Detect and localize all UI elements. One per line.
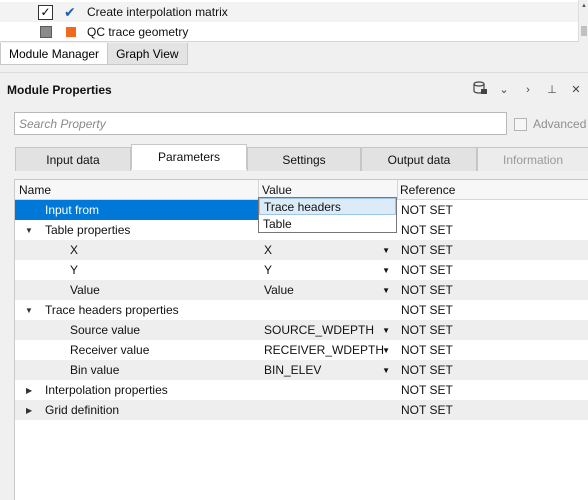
module-list: ✓ ✔ Create interpolation matrix QC trace…	[0, 0, 588, 42]
scroll-up-icon[interactable]: ▲	[581, 3, 587, 9]
row-reference: NOT SET	[401, 323, 453, 337]
tab-information: Information	[477, 147, 588, 171]
option-trace-headers[interactable]: Trace headers	[259, 198, 396, 215]
row-value-select[interactable]: SOURCE_WDEPTH ▼	[259, 320, 397, 340]
row-name: Y	[70, 263, 79, 277]
tab-output-data[interactable]: Output data	[361, 147, 477, 171]
header-reference[interactable]: Reference	[400, 183, 455, 197]
grid-row-y[interactable]: Y Y ▼ NOT SET	[15, 260, 588, 280]
input-from-dropdown-list: Trace headers Table	[258, 197, 397, 233]
expand-arrow-icon[interactable]: ▶	[26, 406, 32, 415]
panel-header-icons: ⌄ › ⊥ ✕	[468, 81, 588, 98]
row-name: Receiver value	[70, 343, 150, 357]
panel-title: Module Properties	[7, 83, 112, 97]
row-reference: NOT SET	[401, 263, 453, 277]
collapse-arrow-icon[interactable]: ▼	[25, 306, 33, 315]
row-name: Interpolation properties	[45, 383, 168, 397]
checkmark-icon: ✔	[64, 4, 76, 20]
dropdown-arrow-icon[interactable]: ▼	[382, 246, 390, 255]
close-icon[interactable]: ✕	[564, 83, 588, 96]
row-reference: NOT SET	[401, 303, 453, 317]
tab-input-data[interactable]: Input data	[15, 147, 131, 171]
row-name: Trace headers properties	[45, 303, 179, 317]
scrollbar-thumb[interactable]	[581, 26, 587, 36]
advanced-toggle[interactable]: Advanced	[514, 117, 586, 131]
row-value-select[interactable]: Value ▼	[259, 280, 397, 300]
row-reference: NOT SET	[401, 283, 453, 297]
tab-graph-view[interactable]: Graph View	[108, 43, 188, 65]
tab-parameters[interactable]: Parameters	[131, 144, 247, 170]
row-value-select[interactable]: RECEIVER_WDEPTH ▼	[259, 340, 397, 360]
row-name: Input from	[45, 203, 100, 217]
row-reference: NOT SET	[401, 243, 453, 257]
pin-icon[interactable]: ⊥	[540, 83, 564, 96]
row-reference: NOT SET	[401, 383, 453, 397]
row-reference: NOT SET	[401, 363, 453, 377]
database-lock-icon[interactable]	[468, 81, 492, 98]
grid-row-x[interactable]: X X ▼ NOT SET	[15, 240, 588, 260]
orange-square-icon	[66, 27, 76, 37]
tab-module-manager[interactable]: Module Manager	[0, 43, 109, 65]
module-label: Create interpolation matrix	[87, 5, 228, 19]
grid-row-receiver-value[interactable]: Receiver value RECEIVER_WDEPTH ▼ NOT SET	[15, 340, 588, 360]
row-name: Value	[70, 283, 100, 297]
option-table[interactable]: Table	[259, 215, 396, 232]
collapse-arrow-icon[interactable]: ▼	[25, 226, 33, 235]
module-properties-panel: Module Properties ⌄ › ⊥ ✕ Search Propert…	[0, 72, 588, 500]
row-reference: NOT SET	[401, 343, 453, 357]
dropdown-arrow-icon[interactable]: ▼	[382, 326, 390, 335]
header-value[interactable]: Value	[262, 183, 292, 197]
row-name: Bin value	[70, 363, 120, 377]
row-name: X	[70, 243, 79, 257]
dropdown-arrow-icon[interactable]: ▼	[382, 366, 390, 375]
row-reference: NOT SET	[401, 223, 453, 237]
tab-settings[interactable]: Settings	[247, 147, 361, 171]
row-reference: NOT SET	[401, 403, 453, 417]
view-tabs: Module Manager Graph View	[0, 43, 188, 65]
module-enabled-checkbox[interactable]: ✓	[38, 4, 53, 20]
advanced-checkbox[interactable]	[514, 117, 527, 131]
chevron-right-icon[interactable]: ›	[516, 84, 540, 96]
module-disabled-checkbox[interactable]	[40, 26, 52, 38]
dropdown-arrow-icon[interactable]: ▼	[382, 286, 390, 295]
row-value-select[interactable]: Y ▼	[259, 260, 397, 280]
row-value-select[interactable]: BIN_ELEV ▼	[259, 360, 397, 380]
module-label: QC trace geometry	[87, 25, 189, 39]
row-value-select[interactable]: X ▼	[259, 240, 397, 260]
dropdown-arrow-icon[interactable]: ▼	[382, 266, 390, 275]
module-list-scrollbar[interactable]: ▲	[578, 0, 588, 42]
module-row-qc-trace-geometry[interactable]: QC trace geometry	[0, 22, 588, 42]
grid-row-value[interactable]: Value Value ▼ NOT SET	[15, 280, 588, 300]
grid-row-interpolation-properties[interactable]: ▶ Interpolation properties NOT SET	[15, 380, 588, 400]
search-property-input[interactable]: Search Property	[14, 112, 507, 135]
grid-row-trace-headers-properties[interactable]: ▼ Trace headers properties NOT SET	[15, 300, 588, 320]
row-name: Source value	[70, 323, 141, 337]
module-row-create-interpolation-matrix[interactable]: ✓ ✔ Create interpolation matrix	[0, 2, 588, 22]
advanced-label: Advanced	[533, 117, 587, 131]
chevron-down-icon[interactable]: ⌄	[492, 83, 516, 96]
grid-row-grid-definition[interactable]: ▶ Grid definition NOT SET	[15, 400, 588, 420]
grid-row-bin-value[interactable]: Bin value BIN_ELEV ▼ NOT SET	[15, 360, 588, 380]
row-reference: NOT SET	[401, 203, 453, 217]
property-tabs: Input data Parameters Settings Output da…	[15, 144, 588, 171]
header-name[interactable]: Name	[19, 183, 51, 197]
grid-row-source-value[interactable]: Source value SOURCE_WDEPTH ▼ NOT SET	[15, 320, 588, 340]
expand-arrow-icon[interactable]: ▶	[26, 386, 32, 395]
dropdown-arrow-icon[interactable]: ▼	[382, 346, 390, 355]
